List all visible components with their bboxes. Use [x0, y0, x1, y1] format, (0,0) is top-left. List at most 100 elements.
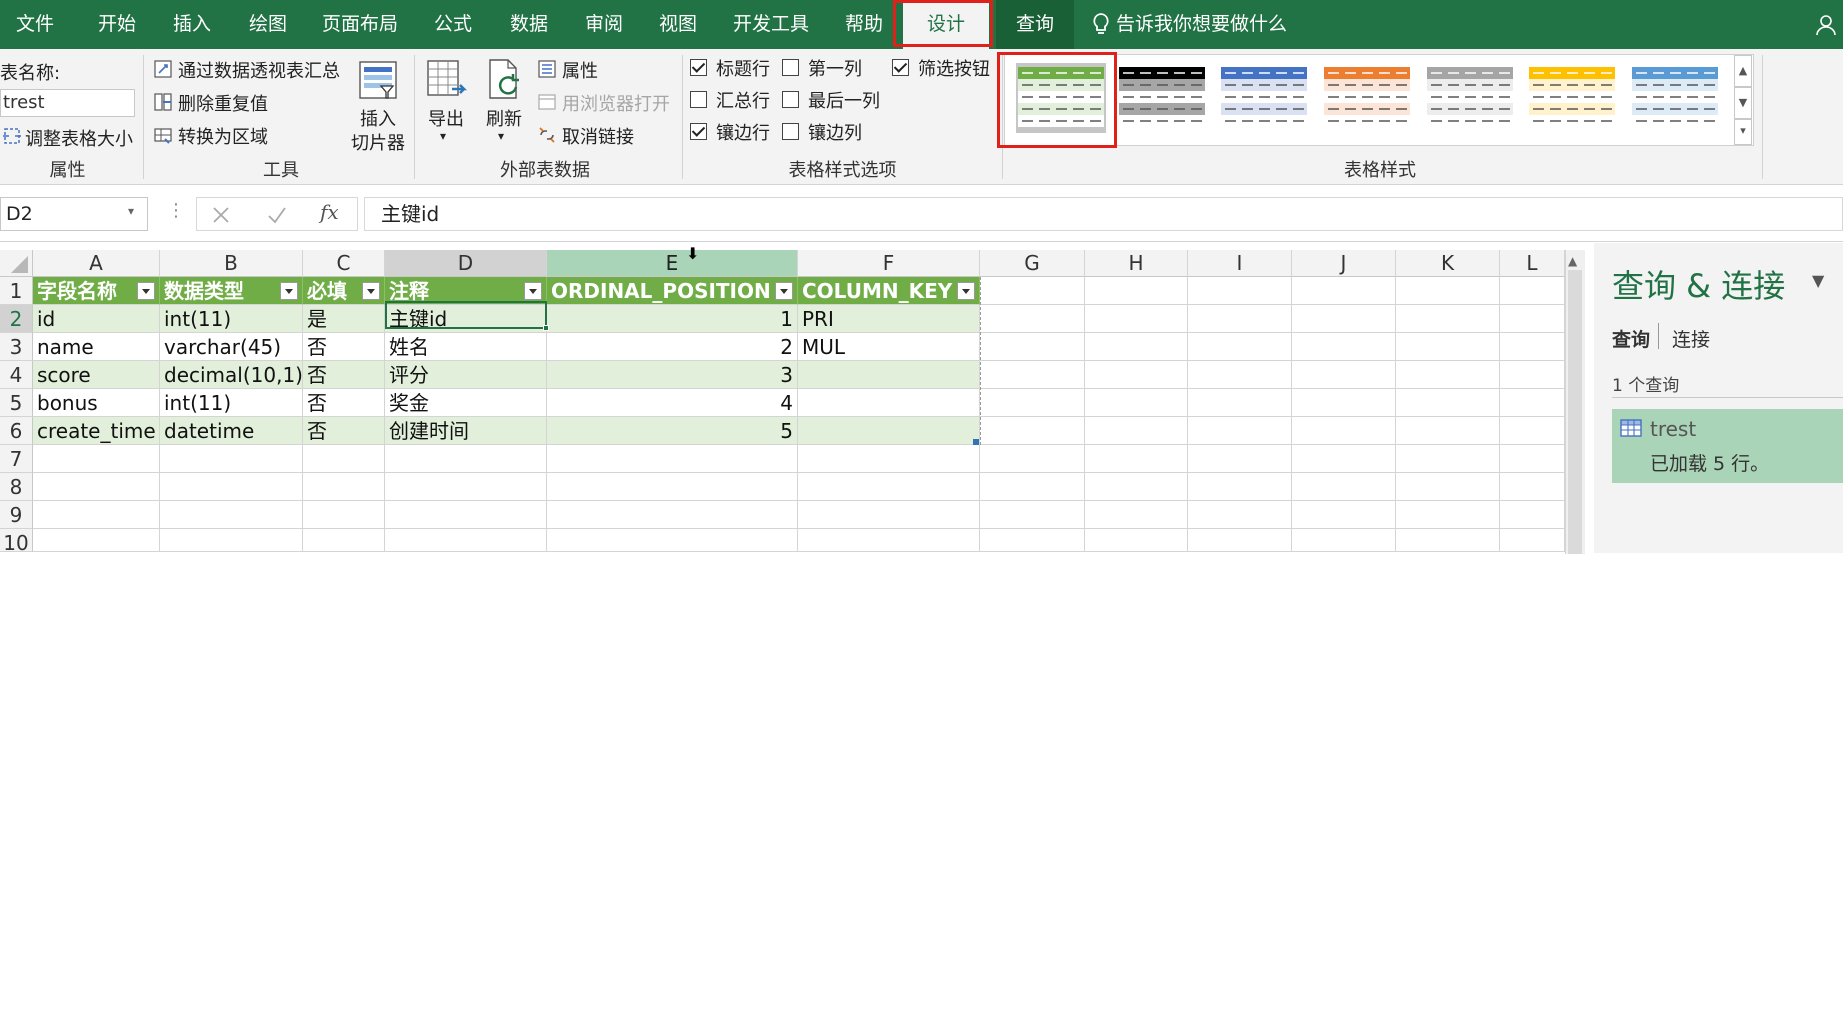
row-header-6[interactable]: 6: [0, 417, 33, 445]
cell-A6[interactable]: create_time: [33, 417, 160, 445]
cell-E1[interactable]: ORDINAL_POSITION: [547, 277, 798, 305]
name-box-dropdown-icon[interactable]: ▾: [128, 204, 134, 218]
confirm-icon[interactable]: [267, 206, 287, 224]
cell-A3[interactable]: name: [33, 333, 160, 361]
column-header-K[interactable]: K: [1396, 250, 1500, 277]
cell-D3[interactable]: 姓名: [385, 333, 547, 361]
cell-H2[interactable]: [1085, 305, 1188, 333]
cell-A5[interactable]: bonus: [33, 389, 160, 417]
cell-C5[interactable]: 否: [303, 389, 385, 417]
export-dropdown-icon[interactable]: ▾: [440, 129, 446, 143]
cell-K2[interactable]: [1396, 305, 1500, 333]
row-header-10[interactable]: 10: [0, 529, 33, 555]
banded-rows-checkbox[interactable]: [690, 123, 707, 140]
cell-C3[interactable]: 否: [303, 333, 385, 361]
cell-J6[interactable]: [1292, 417, 1396, 445]
column-header-B[interactable]: B: [160, 250, 303, 277]
cell-K9[interactable]: [1396, 501, 1500, 529]
cell-C10[interactable]: [303, 529, 385, 552]
cell-B4[interactable]: decimal(10,1): [160, 361, 303, 389]
refresh-dropdown-icon[interactable]: ▾: [498, 129, 504, 143]
cell-G3[interactable]: [980, 333, 1085, 361]
cell-F3[interactable]: MUL: [798, 333, 980, 361]
resize-table-button[interactable]: 调整表格大小: [25, 125, 133, 151]
cell-G1[interactable]: [980, 277, 1085, 305]
cell-C9[interactable]: [303, 501, 385, 529]
cell-L8[interactable]: [1500, 473, 1565, 501]
cell-B9[interactable]: [160, 501, 303, 529]
cell-G2[interactable]: [980, 305, 1085, 333]
column-header-A[interactable]: A: [33, 250, 160, 277]
filter-dropdown-button[interactable]: [137, 282, 155, 300]
table-style-lightblue[interactable]: [1630, 63, 1720, 133]
cancel-icon[interactable]: [212, 206, 230, 224]
cell-B7[interactable]: [160, 445, 303, 473]
cell-B10[interactable]: [160, 529, 303, 552]
column-header-E[interactable]: E: [547, 250, 798, 277]
remove-duplicates-button[interactable]: 删除重复值: [178, 90, 268, 116]
cell-E10[interactable]: [547, 529, 798, 552]
cell-I4[interactable]: [1188, 361, 1292, 389]
column-header-L[interactable]: L: [1500, 250, 1565, 277]
cell-F8[interactable]: [798, 473, 980, 501]
cell-G6[interactable]: [980, 417, 1085, 445]
gallery-scroll-up-button[interactable]: ▲: [1734, 55, 1752, 87]
cell-E6[interactable]: 5: [547, 417, 798, 445]
cell-L10[interactable]: [1500, 529, 1565, 552]
cell-J1[interactable]: [1292, 277, 1396, 305]
cell-I1[interactable]: [1188, 277, 1292, 305]
tab-help[interactable]: 帮助: [828, 0, 900, 49]
cell-C2[interactable]: 是: [303, 305, 385, 333]
header-row-checkbox[interactable]: [690, 59, 707, 76]
convert-to-range-button[interactable]: 转换为区域: [178, 123, 268, 149]
refresh-button[interactable]: 刷新: [480, 105, 528, 131]
cell-B2[interactable]: int(11): [160, 305, 303, 333]
cell-H5[interactable]: [1085, 389, 1188, 417]
table-style-black[interactable]: [1117, 63, 1207, 133]
cell-F5[interactable]: [798, 389, 980, 417]
column-header-F[interactable]: F: [798, 250, 980, 277]
table-style-blue[interactable]: [1219, 63, 1309, 133]
cell-J9[interactable]: [1292, 501, 1396, 529]
cell-A2[interactable]: id: [33, 305, 160, 333]
cell-H8[interactable]: [1085, 473, 1188, 501]
cell-K3[interactable]: [1396, 333, 1500, 361]
cell-E8[interactable]: [547, 473, 798, 501]
cell-G4[interactable]: [980, 361, 1085, 389]
cell-K7[interactable]: [1396, 445, 1500, 473]
cell-J10[interactable]: [1292, 529, 1396, 552]
tab-developer[interactable]: 开发工具: [722, 0, 820, 49]
cell-L2[interactable]: [1500, 305, 1565, 333]
last-column-checkbox[interactable]: [782, 91, 799, 108]
tab-insert[interactable]: 插入: [157, 0, 227, 49]
cell-D7[interactable]: [385, 445, 547, 473]
cell-L3[interactable]: [1500, 333, 1565, 361]
cell-I6[interactable]: [1188, 417, 1292, 445]
table-name-input[interactable]: trest: [0, 89, 135, 117]
cell-E5[interactable]: 4: [547, 389, 798, 417]
cell-I2[interactable]: [1188, 305, 1292, 333]
tab-queries[interactable]: 查询: [1612, 325, 1650, 352]
total-row-checkbox[interactable]: [690, 91, 707, 108]
cell-I3[interactable]: [1188, 333, 1292, 361]
cell-D5[interactable]: 奖金: [385, 389, 547, 417]
tab-data[interactable]: 数据: [493, 0, 565, 49]
cell-K4[interactable]: [1396, 361, 1500, 389]
row-header-3[interactable]: 3: [0, 333, 33, 361]
cell-J8[interactable]: [1292, 473, 1396, 501]
cell-A8[interactable]: [33, 473, 160, 501]
cell-E3[interactable]: 2: [547, 333, 798, 361]
cell-A7[interactable]: [33, 445, 160, 473]
table-resize-handle[interactable]: [973, 439, 979, 445]
cell-B1[interactable]: 数据类型: [160, 277, 303, 305]
cell-I8[interactable]: [1188, 473, 1292, 501]
cell-B8[interactable]: [160, 473, 303, 501]
cell-L5[interactable]: [1500, 389, 1565, 417]
cell-G8[interactable]: [980, 473, 1085, 501]
cell-C1[interactable]: 必填: [303, 277, 385, 305]
cell-B6[interactable]: datetime: [160, 417, 303, 445]
external-properties-button[interactable]: 属性: [562, 57, 598, 83]
tab-review[interactable]: 审阅: [568, 0, 640, 49]
column-header-J[interactable]: J: [1292, 250, 1396, 277]
cell-L7[interactable]: [1500, 445, 1565, 473]
